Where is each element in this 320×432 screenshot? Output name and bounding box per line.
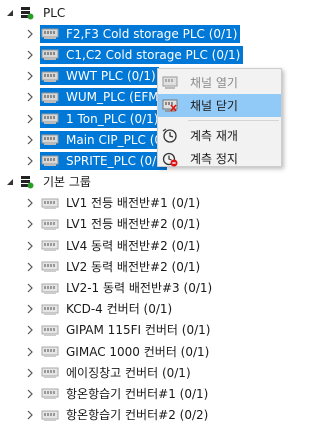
tree-item-label: WWT PLC (0/1): [63, 67, 159, 86]
tree-item[interactable]: GIMAC 1000 컨버터 (0/1): [0, 341, 287, 362]
chevron-right-icon[interactable]: [24, 134, 36, 146]
channel-close-icon: [162, 98, 178, 114]
tree-item-label: SPRITE_PLC (0/1: [63, 151, 167, 170]
tree-group-default[interactable]: 기본 그룹: [0, 172, 287, 193]
serial-device-icon: [41, 113, 59, 125]
menu-item-label: 계측 재개: [190, 129, 238, 143]
tree-item-label: GIMAC 1000 컨버터 (0/1): [66, 344, 210, 359]
menu-item-measure-resume[interactable]: 계측 재개: [158, 124, 281, 147]
menu-separator: [188, 120, 279, 121]
serial-device-icon: [41, 304, 59, 315]
serial-device-icon: [41, 155, 59, 167]
tree-item-label: Main CIP_PLC (0: [63, 130, 166, 149]
device-tree: PLC F2,F3 Cold storage PLC (0/1) C1,C2 C…: [0, 0, 287, 432]
tree-item-label: 에이징창고 컨버터 (0/1): [66, 365, 191, 380]
tree-item-label: 항온항습기 컨버터#1 (0/1): [66, 386, 209, 401]
chevron-down-icon[interactable]: [4, 7, 16, 19]
serial-device-icon: [41, 198, 59, 209]
tree-item-label: 1 Ton_PLC (0/1): [63, 109, 162, 128]
chevron-right-icon[interactable]: [24, 240, 36, 252]
serial-device-icon: [41, 346, 59, 358]
tree-item[interactable]: KCD-4 컨버터 (0/1): [0, 299, 287, 320]
serial-device-icon: [41, 49, 59, 61]
menu-item-label: 채널 닫기: [190, 99, 238, 113]
tree-item-label: 항온항습기 컨버터#2 (0/2): [66, 408, 209, 423]
chevron-down-icon[interactable]: [4, 176, 16, 188]
chevron-right-icon[interactable]: [24, 113, 36, 125]
chevron-right-icon[interactable]: [24, 155, 36, 167]
chevron-right-icon[interactable]: [24, 409, 36, 421]
chevron-right-icon[interactable]: [24, 91, 36, 103]
menu-item-label: 채널 열기: [190, 76, 238, 90]
menu-item-channel-open[interactable]: 채널 열기: [158, 71, 281, 94]
tree-item-label: LV1 전등 배전반#1 (0/1): [66, 196, 201, 211]
serial-device-icon: [41, 325, 59, 336]
chevron-right-icon[interactable]: [24, 28, 36, 40]
measure-resume-icon: [162, 128, 178, 144]
tree-item-label: LV2 동력 배전반#2 (0/1): [66, 259, 201, 274]
tree-item-label: LV1 전등 배전반#2 (0/1): [66, 217, 201, 232]
chevron-right-icon[interactable]: [24, 303, 36, 315]
serial-device-icon: [41, 219, 59, 230]
tree-item[interactable]: LV4 동력 배전반#2 (0/1): [0, 235, 287, 256]
serial-device-icon: [41, 134, 59, 146]
group-icon: [20, 175, 34, 189]
chevron-right-icon[interactable]: [24, 261, 36, 273]
tree-item[interactable]: LV2-1 동력 배전반#3 (0/1): [0, 277, 287, 298]
menu-item-channel-close[interactable]: 채널 닫기: [158, 94, 281, 117]
tree-item-label: GIPAM 115FI 컨버터 (0/1): [66, 323, 211, 338]
tree-item[interactable]: LV1 전등 배전반#1 (0/1): [0, 193, 287, 214]
chevron-right-icon[interactable]: [24, 218, 36, 230]
chevron-right-icon[interactable]: [24, 282, 36, 294]
serial-device-icon: [41, 71, 59, 82]
tree-group-label: PLC: [43, 5, 66, 20]
tree-item-label: LV4 동력 배전반#2 (0/1): [66, 238, 201, 253]
tree-item-label: WUM_PLC (EFMT: [63, 88, 169, 107]
serial-device-icon: [41, 92, 59, 103]
chevron-right-icon[interactable]: [24, 388, 36, 400]
tree-item[interactable]: C1,C2 Cold storage PLC (0/1): [0, 44, 287, 65]
measure-stop-icon: [162, 151, 178, 167]
tree-group-label: 기본 그룹: [43, 175, 91, 190]
menu-item-measure-stop[interactable]: 계측 정지: [158, 147, 281, 170]
chevron-right-icon[interactable]: [24, 49, 36, 61]
serial-device-icon: [41, 367, 59, 379]
channel-open-icon: [162, 75, 178, 91]
menu-item-label: 계측 정지: [190, 152, 238, 166]
serial-device-icon: [41, 388, 59, 400]
tree-item[interactable]: LV1 전등 배전반#2 (0/1): [0, 214, 287, 235]
chevron-right-icon[interactable]: [24, 346, 36, 358]
serial-device-icon: [41, 240, 59, 252]
tree-item[interactable]: 에이징창고 컨버터 (0/1): [0, 362, 287, 383]
tree-item-label: KCD-4 컨버터 (0/1): [66, 302, 173, 317]
tree-item[interactable]: 항온항습기 컨버터#1 (0/1): [0, 383, 287, 404]
chevron-right-icon[interactable]: [24, 367, 36, 379]
context-menu: 채널 열기 채널 닫기 계측 재개 계측 정지: [157, 68, 282, 167]
tree-item-label: F2,F3 Cold storage PLC (0/1): [63, 24, 241, 43]
serial-device-icon: [41, 28, 59, 40]
tree-group-plc[interactable]: PLC: [0, 2, 287, 23]
tree-item-label: LV2-1 동력 배전반#3 (0/1): [66, 281, 213, 296]
chevron-right-icon[interactable]: [24, 324, 36, 336]
serial-device-icon: [41, 410, 59, 421]
chevron-right-icon[interactable]: [24, 70, 36, 82]
tree-item[interactable]: F2,F3 Cold storage PLC (0/1): [0, 23, 287, 44]
tree-item[interactable]: 항온항습기 컨버터#2 (0/2): [0, 405, 287, 426]
serial-device-icon: [41, 283, 59, 294]
tree-item[interactable]: LV2 동력 배전반#2 (0/1): [0, 256, 287, 277]
serial-device-icon: [41, 261, 59, 273]
tree-item[interactable]: GIPAM 115FI 컨버터 (0/1): [0, 320, 287, 341]
chevron-right-icon[interactable]: [24, 197, 36, 209]
tree-item-label: C1,C2 Cold storage PLC (0/1): [63, 45, 244, 64]
group-icon: [20, 6, 34, 20]
